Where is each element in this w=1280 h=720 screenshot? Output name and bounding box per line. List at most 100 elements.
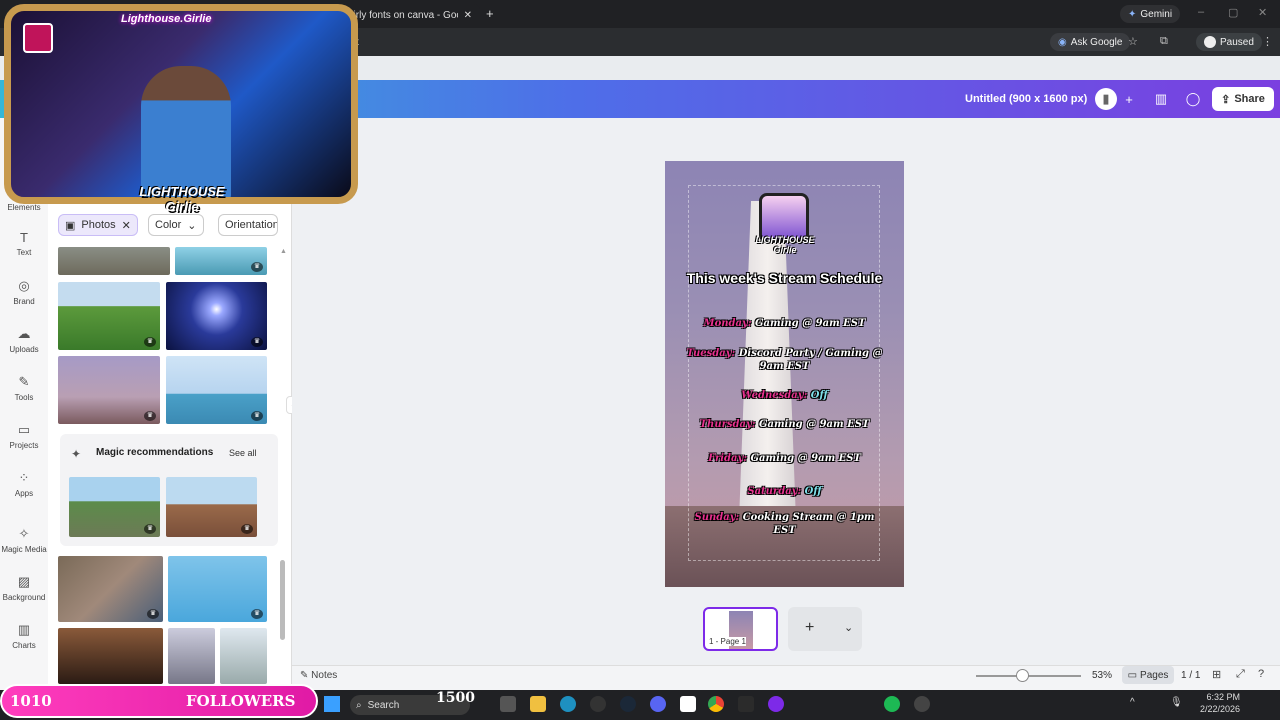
photo-thumbnail[interactable]: ♛ (58, 356, 160, 424)
sparkle-icon: ✦ (71, 447, 82, 461)
kebab-menu-icon[interactable]: ⋮ (1262, 35, 1273, 48)
schedule-day: Monday: (703, 318, 756, 329)
photo-thumbnail[interactable]: ♛ (166, 356, 267, 424)
window-close-icon[interactable]: ✕ (1258, 6, 1267, 19)
rail-item-brand[interactable]: ◎ Brand (0, 278, 48, 306)
photo-thumbnail[interactable] (220, 628, 267, 684)
canva-icon[interactable] (768, 696, 784, 712)
rail-item-tools[interactable]: ✎ Tools (0, 374, 48, 402)
schedule-row[interactable]: Tuesday: Discord Party / Gaming @ 9am ES… (665, 347, 904, 373)
gemini-button[interactable]: ✦ Gemini (1120, 5, 1181, 23)
microphone-icon[interactable]: 🎙 (1170, 697, 1183, 708)
rail-item-background[interactable]: ▨ Background (0, 574, 48, 602)
analytics-icon[interactable]: ▥ (1149, 88, 1173, 110)
see-all-link[interactable]: See all (229, 448, 257, 458)
photo-thumbnail[interactable]: ♛ (69, 477, 160, 537)
taskbar-app-icon[interactable] (590, 696, 606, 712)
cast-icon[interactable]: ⧉ (1160, 35, 1168, 48)
chrome-icon[interactable] (708, 696, 724, 712)
help-icon[interactable]: ? (1258, 668, 1264, 680)
rail-item-magic-media[interactable]: ✧ Magic Media (0, 526, 48, 554)
photo-thumbnail[interactable]: ♛ (58, 282, 160, 350)
zoom-slider-handle[interactable] (1016, 669, 1029, 682)
edge-icon[interactable] (560, 696, 576, 712)
design-page[interactable]: LIGHTHOUSE Girlie This week's Stream Sch… (665, 161, 904, 587)
bookmark-star-icon[interactable]: ☆ (1128, 35, 1138, 48)
rail-label: Charts (12, 641, 36, 650)
pages-button[interactable]: ▭ Pages (1122, 666, 1174, 684)
maximize-icon[interactable]: ▢ (1228, 6, 1238, 19)
schedule-row[interactable]: Sunday: Cooking Stream @ 1pm EST (665, 511, 904, 537)
chip-label: Photos (81, 219, 116, 231)
steam-icon[interactable] (620, 696, 636, 712)
start-icon[interactable] (324, 696, 340, 712)
notes-icon: ✎ (300, 670, 309, 681)
file-explorer-icon[interactable] (530, 696, 546, 712)
schedule-row[interactable]: Friday: Gaming @ 9am EST (665, 452, 904, 465)
photo-thumbnail[interactable]: ♛ (166, 282, 267, 350)
premium-crown-icon: ♛ (251, 609, 263, 619)
grid-view-icon[interactable]: ⊞ (1212, 668, 1221, 681)
notes-button[interactable]: ✎ Notes (300, 670, 337, 681)
taskbar-app-icon[interactable] (738, 696, 754, 712)
schedule-row[interactable]: Monday: Gaming @ 9am EST (665, 317, 904, 330)
schedule-day: Friday: (708, 453, 751, 464)
profile-status: Paused (1220, 36, 1254, 48)
tab-title: girly fonts on canva - Google S (348, 9, 458, 21)
photo-thumbnail[interactable] (58, 247, 170, 275)
folder-icon: ▭ (17, 422, 31, 437)
fullscreen-icon[interactable]: ⤢ (1236, 668, 1245, 681)
photo-thumbnail[interactable] (58, 628, 163, 684)
schedule-activity: Off (810, 390, 828, 401)
orientation-filter-chip[interactable]: Orientation (218, 214, 278, 236)
apps-icon: ⁘ (18, 470, 30, 485)
browser-tab[interactable]: girly fonts on canva - Google S ✕ (340, 4, 480, 26)
spotify-icon[interactable] (884, 696, 900, 712)
follower-count: 1010 (10, 692, 52, 710)
panel-scrollbar[interactable] (280, 560, 285, 640)
rail-item-apps[interactable]: ⁘ Apps (0, 470, 48, 498)
close-icon[interactable]: ✕ (464, 10, 472, 21)
schedule-heading[interactable]: This week's Stream Schedule (665, 269, 904, 287)
clear-filter-icon[interactable]: ✕ (122, 219, 131, 232)
scroll-up-icon[interactable]: ▲ (280, 248, 287, 258)
photos-filter-chip[interactable]: ▣ Photos ✕ (58, 214, 138, 236)
logo-text: LIGHTHOUSE Girlie (755, 235, 815, 255)
page-thumbnail[interactable]: 1 - Page 1 (703, 607, 778, 651)
zoom-level[interactable]: 53% (1092, 670, 1112, 681)
color-filter-chip[interactable]: Color ⌄ (148, 214, 204, 236)
obs-icon[interactable] (914, 696, 930, 712)
ask-google-button[interactable]: ◉ Ask Google (1050, 33, 1131, 51)
minimize-icon[interactable]: – (1198, 6, 1204, 18)
document-title[interactable]: Untitled (900 x 1600 px) (965, 93, 1087, 105)
rail-item-charts[interactable]: ▥ Charts (0, 622, 48, 650)
tray-chevron-icon[interactable]: ^ (1130, 697, 1135, 708)
profile-button[interactable]: Paused (1196, 33, 1262, 51)
photo-thumbnail[interactable]: ♛ (168, 556, 267, 622)
schedule-row[interactable]: Wednesday: Off (665, 389, 904, 402)
image-icon: ▣ (65, 219, 76, 232)
new-tab-icon[interactable]: + (486, 6, 494, 21)
taskbar-app-icon[interactable] (680, 696, 696, 712)
schedule-row[interactable]: Saturday: Off (665, 485, 904, 498)
discord-icon[interactable] (650, 696, 666, 712)
comment-icon[interactable]: ◯ (1181, 88, 1205, 110)
photo-thumbnail[interactable]: ♛ (175, 247, 267, 275)
chevron-down-icon[interactable]: ⌄ (844, 621, 853, 634)
share-button[interactable]: ⇪ Share (1212, 87, 1274, 111)
url-field[interactable]: /edit (340, 33, 1030, 51)
taskbar-app-icon[interactable] (500, 696, 516, 712)
rail-item-uploads[interactable]: ☁ Uploads (0, 326, 48, 354)
pages-icon: ▭ (1127, 669, 1138, 681)
collaborator-avatar[interactable]: ▮ (1095, 88, 1117, 110)
photo-thumbnail[interactable] (168, 628, 215, 684)
rail-item-text[interactable]: T Text (0, 230, 48, 257)
page-count: 1 / 1 (1181, 670, 1201, 681)
rail-item-elements[interactable]: Elements (0, 203, 48, 212)
add-page-button[interactable]: + ⌄ (788, 607, 862, 651)
add-collaborator-icon[interactable]: + (1117, 88, 1141, 110)
photo-thumbnail[interactable]: ♛ (58, 556, 163, 622)
photo-thumbnail[interactable]: ♛ (166, 477, 257, 537)
schedule-row[interactable]: Thursday: Gaming @ 9am EST (665, 418, 904, 431)
rail-item-projects[interactable]: ▭ Projects (0, 422, 48, 450)
